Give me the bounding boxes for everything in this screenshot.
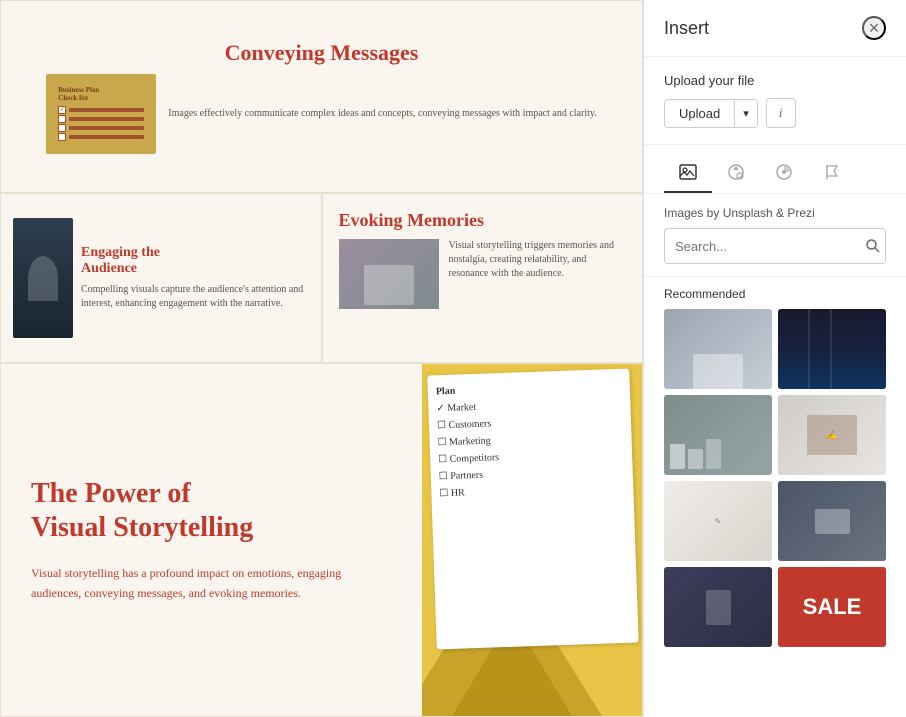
recommended-section: Recommended [644,277,906,651]
search-box [664,228,886,264]
upload-label: Upload your file [664,73,886,88]
images-by-label: Images by Unsplash & Prezi [664,206,886,220]
upload-button-group: Upload ▾ [664,99,758,128]
slide-4-title: The Power ofVisual Storytelling [31,477,392,544]
search-section: Images by Unsplash & Prezi [644,194,906,277]
image-thumb-6[interactable] [778,481,886,561]
image-thumb-3[interactable] [664,395,772,475]
slide-1[interactable]: Conveying Messages Business PlanCheck li… [0,0,643,193]
presentation-panel: ‹ Conveying Messages Business PlanCheck … [0,0,643,717]
image-thumb-2[interactable] [778,309,886,389]
image-thumb-5[interactable]: ✎ [664,481,772,561]
slide-3-image [339,239,439,309]
slide-grid: Conveying Messages Business PlanCheck li… [0,0,643,717]
upload-row: Upload ▾ i [664,98,886,128]
slide-4-text-block: The Power ofVisual Storytelling Visual s… [1,364,422,716]
info-button[interactable]: i [766,98,796,128]
slide-4-subtitle: Visual storytelling has a profound impac… [31,564,392,602]
icon-tabs [644,145,906,194]
upload-button[interactable]: Upload [665,100,734,127]
image-thumb-1[interactable] [664,309,772,389]
recommended-label: Recommended [664,287,886,301]
slide-3-text: Visual storytelling triggers memories an… [449,239,627,281]
slide-1-image: Business PlanCheck list ✓ [46,74,156,154]
sale-text: SALE [803,594,862,620]
slide-2-image [13,218,73,338]
upload-dropdown-button[interactable]: ▾ [734,100,757,127]
slide-2[interactable]: Engaging theAudience Compelling visuals … [0,193,322,363]
tab-shapes[interactable] [712,153,760,193]
insert-panel: Insert × Upload your file Upload ▾ i [643,0,906,717]
slide-2-title: Engaging theAudience [81,245,309,277]
image-grid: ✍ ✎ [664,309,886,647]
slide-1-title: Conveying Messages [225,40,419,66]
image-thumb-7[interactable] [664,567,772,647]
tab-stickers[interactable] [760,153,808,193]
tab-images[interactable] [664,153,712,193]
upload-section: Upload your file Upload ▾ i [644,57,906,145]
image-thumb-8[interactable]: SALE [778,567,886,647]
panel-title: Insert [664,18,709,39]
image-thumb-4[interactable]: ✍ [778,395,886,475]
slide-4[interactable]: The Power ofVisual Storytelling Visual s… [0,363,643,717]
slide-3-content: Visual storytelling triggers memories an… [339,239,627,309]
search-button[interactable] [861,229,885,263]
close-button[interactable]: × [862,16,886,40]
slide-2-text-block: Engaging theAudience Compelling visuals … [81,245,309,311]
slide-1-content: Business PlanCheck list ✓ Images effecti… [46,74,596,154]
tab-flags[interactable] [808,153,856,193]
slide-3-title: Evoking Memories [339,210,627,231]
search-input[interactable] [665,232,861,261]
slide-3[interactable]: Evoking Memories Visual storytelling tri… [322,193,644,363]
slide-2-text: Compelling visuals capture the audience'… [81,283,309,311]
slide-4-image: Plan ✓ Market ☐ Customers ☐ Marketing ☐ … [422,364,642,716]
slide-1-text: Images effectively communicate complex i… [168,107,596,121]
panel-header: Insert × [644,0,906,57]
